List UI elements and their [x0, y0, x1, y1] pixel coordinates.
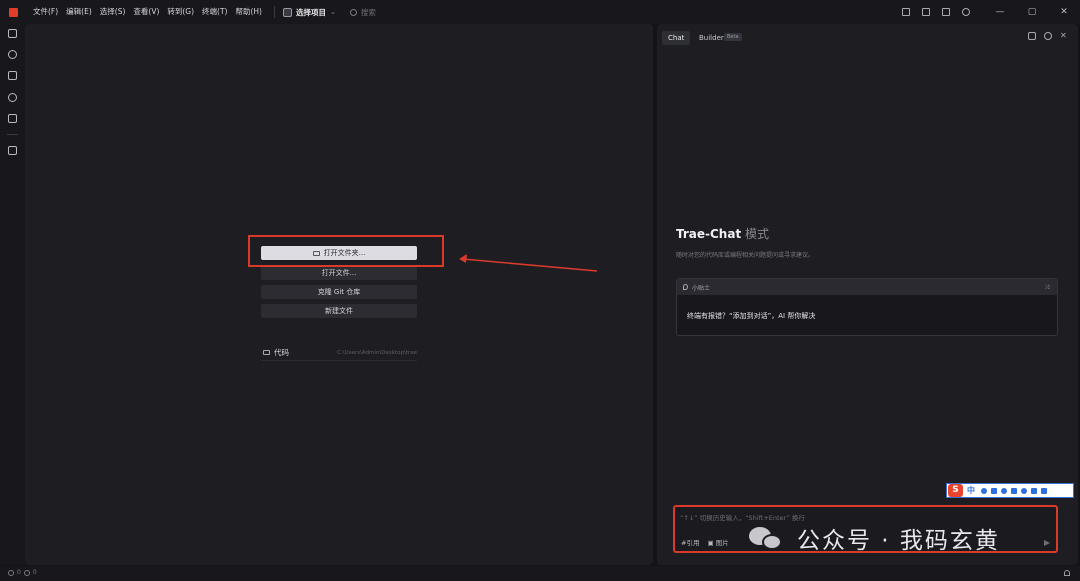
warning-icon: [23, 569, 30, 576]
close-icon[interactable]: ✕: [1060, 32, 1068, 40]
search-icon: [349, 8, 357, 16]
microphone-icon[interactable]: [1001, 487, 1007, 494]
title-bar: 文件(F) 编辑(E) 选择(S) 查看(V) 转到(G) 终端(T) 帮助(H…: [0, 0, 1080, 24]
highlight-box: [248, 235, 444, 267]
close-button[interactable]: ✕: [1048, 0, 1080, 24]
tip-header: 小贴士 ⤨: [677, 279, 1057, 295]
annotation-arrow: [459, 254, 598, 272]
watermark-text: 公众号 · 我码玄黄: [797, 528, 1000, 554]
minimize-button[interactable]: —: [984, 0, 1016, 24]
explorer-icon[interactable]: [8, 29, 17, 38]
error-count: 0: [17, 569, 21, 576]
wechat-icon: [749, 525, 785, 551]
account-icon[interactable]: [962, 8, 970, 16]
ime-mode[interactable]: 中: [967, 485, 975, 496]
debug-icon[interactable]: [8, 114, 17, 123]
error-icon: [8, 569, 14, 576]
image-button[interactable]: ▣ 图片: [707, 537, 728, 547]
recent-project-path: C:\Users\Admin\Desktop\trae: [337, 349, 417, 356]
toggle-secondary-sidebar-icon[interactable]: [942, 8, 950, 16]
chat-title-mode: 模式: [745, 227, 770, 241]
ime-tools: [981, 487, 1047, 494]
remote-link-icon[interactable]: [8, 93, 17, 102]
chat-title-main: Trae-Chat: [676, 227, 742, 241]
project-icon: [282, 7, 292, 17]
toolbox-icon[interactable]: [1041, 487, 1047, 494]
chat-title: Trae-Chat 模式: [676, 225, 769, 242]
send-icon[interactable]: [1044, 540, 1050, 546]
tip-body: 终端有报错？“添加到对话”，AI 帮你解决: [687, 312, 816, 320]
skin-icon[interactable]: [1031, 487, 1037, 494]
app-logo-icon: [9, 7, 18, 17]
maximize-button[interactable]: ▢: [1016, 0, 1048, 24]
recent-project-item[interactable]: 代码 C:\Users\Admin\Desktop\trae: [261, 345, 417, 361]
tab-chat[interactable]: Chat: [662, 31, 691, 45]
new-chat-icon[interactable]: [1028, 32, 1036, 40]
user-icon[interactable]: [1021, 487, 1027, 494]
ime-logo: S: [948, 484, 963, 497]
menu-bar: 文件(F) 编辑(E) 选择(S) 查看(V) 转到(G) 终端(T) 帮助(H…: [29, 0, 266, 24]
tip-card: 小贴士 ⤨ 终端有报错？“添加到对话”，AI 帮你解决: [676, 278, 1058, 336]
beta-badge: Beta: [724, 33, 742, 41]
quote-button[interactable]: #引用: [681, 537, 699, 547]
ime-toolbar[interactable]: S 中: [946, 483, 1074, 498]
new-file-button[interactable]: 新建文件: [261, 304, 417, 318]
command-search[interactable]: 搜索: [349, 7, 376, 18]
shuffle-icon[interactable]: ⤨: [1044, 284, 1049, 292]
image-icon: ▣: [707, 539, 714, 547]
clone-git-button[interactable]: 克隆 Git 仓库: [261, 285, 417, 299]
search-label: 搜索: [360, 7, 376, 17]
chat-tools: ✕: [1028, 32, 1068, 40]
moon-icon[interactable]: [981, 487, 987, 494]
recent-project-name: 代码: [274, 348, 289, 357]
problems-indicator[interactable]: 0 0: [8, 569, 37, 576]
watermark: 公众号 · 我码玄黄: [749, 521, 1000, 555]
titlebar-right: — ▢ ✕: [896, 0, 1080, 24]
menu-go[interactable]: 转到(G): [163, 0, 198, 24]
menu-terminal[interactable]: 终端(T): [198, 0, 231, 24]
project-label: 选择项目: [295, 7, 326, 17]
bell-icon[interactable]: [1064, 570, 1070, 576]
editor-welcome: 打开文件夹... 打开文件... 克隆 Git 仓库 新建文件 代码 C:\Us…: [25, 24, 653, 565]
activity-bar: [0, 24, 25, 565]
punctuation-icon[interactable]: [991, 487, 997, 494]
menu-file[interactable]: 文件(F): [29, 0, 62, 24]
search-icon[interactable]: [8, 50, 17, 59]
extensions-icon[interactable]: [8, 146, 17, 155]
divider: [273, 6, 275, 18]
menu-selection[interactable]: 选择(S): [96, 0, 130, 24]
image-label: 图片: [715, 539, 729, 547]
toggle-panel-icon[interactable]: [922, 8, 930, 16]
open-file-button[interactable]: 打开文件...: [261, 266, 417, 280]
tip-label: 小贴士: [692, 284, 711, 292]
folder-icon: [263, 350, 270, 355]
menu-edit[interactable]: 编辑(E): [62, 0, 96, 24]
activity-divider: [7, 134, 18, 135]
menu-help[interactable]: 帮助(H): [231, 0, 266, 24]
chat-subtitle: 随时对您的代码库或编程相关问题提问或寻求建议。: [676, 252, 815, 259]
keyboard-icon[interactable]: [1011, 487, 1017, 494]
menu-view[interactable]: 查看(V): [129, 0, 163, 24]
history-icon[interactable]: [1044, 32, 1052, 40]
chevron-down-icon: ⌄: [329, 8, 336, 16]
project-selector[interactable]: 选择项目 ⌄: [282, 7, 336, 18]
input-actions: #引用 ▣ 图片: [681, 537, 729, 547]
source-control-icon[interactable]: [8, 71, 17, 80]
status-bar: 0 0: [0, 566, 1080, 581]
warning-count: 0: [32, 569, 37, 576]
pin-icon: [683, 284, 688, 290]
toggle-sidebar-icon[interactable]: [902, 8, 910, 16]
